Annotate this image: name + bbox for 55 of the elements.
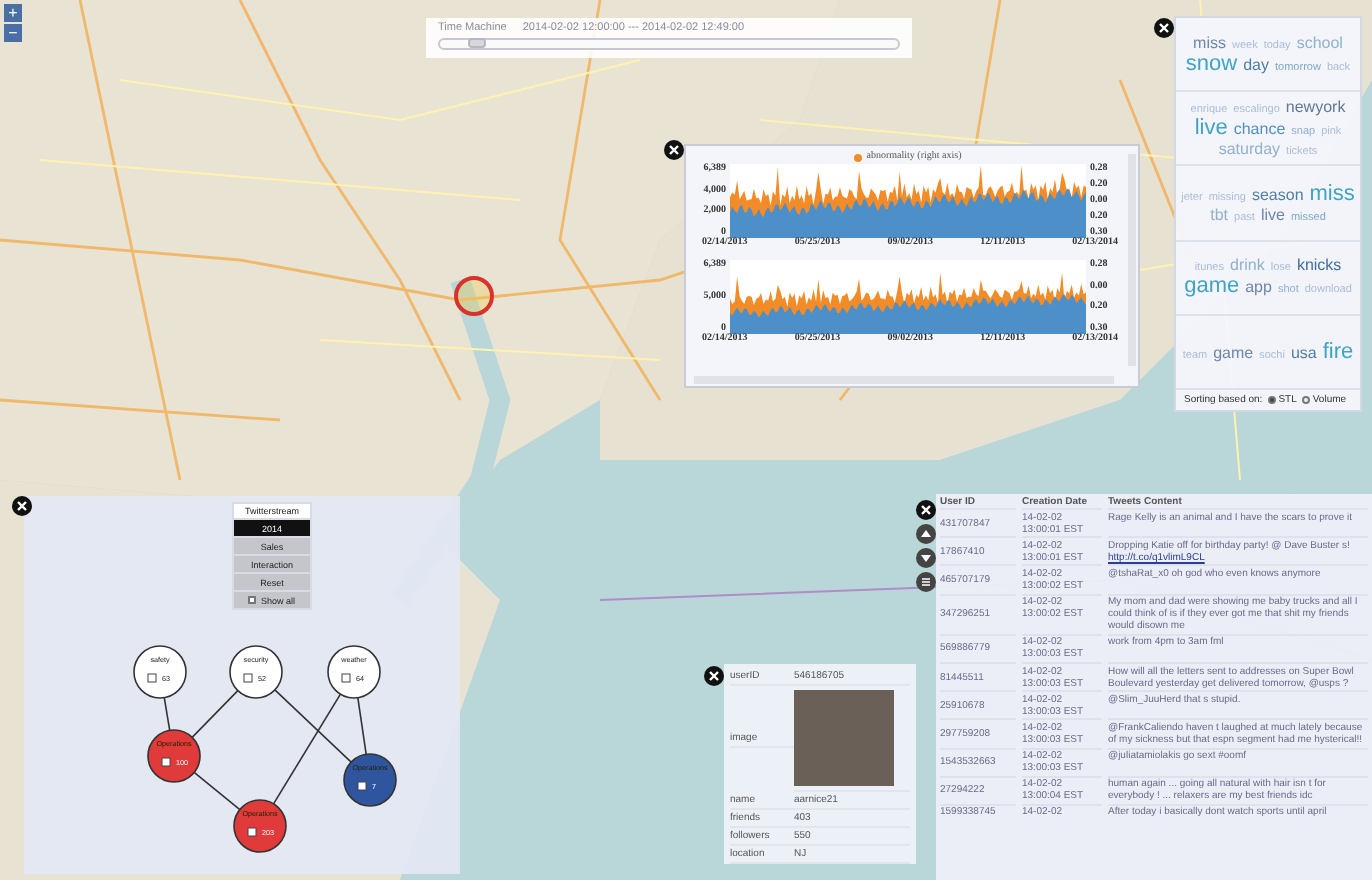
radio-button[interactable] — [1302, 396, 1311, 405]
graph-edge — [163, 696, 171, 732]
cloud-word[interactable]: day — [1243, 55, 1270, 74]
cloud-word[interactable]: newyork — [1285, 98, 1346, 117]
legend-marker-icon — [854, 153, 863, 161]
graph-node[interactable] — [233, 799, 287, 853]
node-checkbox[interactable] — [161, 757, 171, 767]
graph-node[interactable] — [229, 645, 283, 699]
close-icon — [708, 670, 720, 682]
slider-thumb[interactable] — [468, 38, 487, 48]
radio-button[interactable] — [1268, 396, 1277, 405]
scrollbar[interactable] — [694, 376, 1114, 384]
cluster-marker-icon[interactable] — [452, 274, 496, 318]
node-checkbox[interactable] — [247, 827, 257, 837]
graph-node[interactable] — [327, 645, 381, 699]
zoom-out-button[interactable]: − — [4, 24, 22, 42]
graph-edge — [193, 771, 241, 811]
cloud-word[interactable]: tbt — [1210, 206, 1229, 224]
node-checkbox[interactable] — [147, 673, 157, 683]
cloud-word[interactable]: snow — [1185, 51, 1238, 76]
close-icon — [668, 144, 680, 156]
cloud-word[interactable]: live — [1194, 116, 1228, 141]
cloud-word[interactable]: live — [1260, 206, 1285, 224]
cloud-word[interactable]: chance — [1233, 120, 1286, 139]
arrow-down-icon — [920, 552, 932, 564]
cloud-word[interactable]: season — [1251, 186, 1304, 204]
cloud-word[interactable]: game — [1213, 343, 1254, 362]
graph-node[interactable] — [147, 729, 201, 783]
cloud-word[interactable]: saturday — [1218, 140, 1281, 159]
cloud-word[interactable]: drink — [1230, 256, 1265, 275]
cloud-word[interactable]: knicks — [1296, 256, 1342, 275]
graph-node[interactable] — [133, 645, 187, 699]
close-icon — [920, 504, 932, 516]
cloud-word[interactable]: game — [1184, 274, 1240, 299]
zoom-in-button[interactable]: + — [4, 4, 22, 22]
list-icon — [920, 576, 932, 588]
cloud-word[interactable]: miss — [1193, 33, 1226, 52]
close-icon — [1158, 22, 1170, 34]
node-checkbox[interactable] — [243, 673, 253, 683]
cloud-word[interactable]: miss — [1309, 182, 1355, 206]
time-slider[interactable] — [438, 38, 900, 50]
graph-node[interactable] — [343, 753, 397, 807]
photo-placeholder — [794, 690, 894, 786]
graph-edge — [191, 689, 239, 739]
scrollbar[interactable] — [1128, 154, 1136, 366]
node-checkbox[interactable] — [341, 673, 351, 683]
show-all-checkbox[interactable] — [248, 596, 257, 604]
arrow-up-icon — [920, 528, 932, 540]
cloud-word[interactable]: fire — [1322, 339, 1354, 364]
cloud-word[interactable]: school — [1296, 33, 1343, 52]
node-checkbox[interactable] — [357, 781, 367, 791]
graph-edge — [357, 696, 367, 756]
close-icon — [16, 500, 28, 512]
cloud-word[interactable]: app — [1245, 278, 1272, 297]
cloud-word[interactable]: usa — [1290, 343, 1317, 362]
